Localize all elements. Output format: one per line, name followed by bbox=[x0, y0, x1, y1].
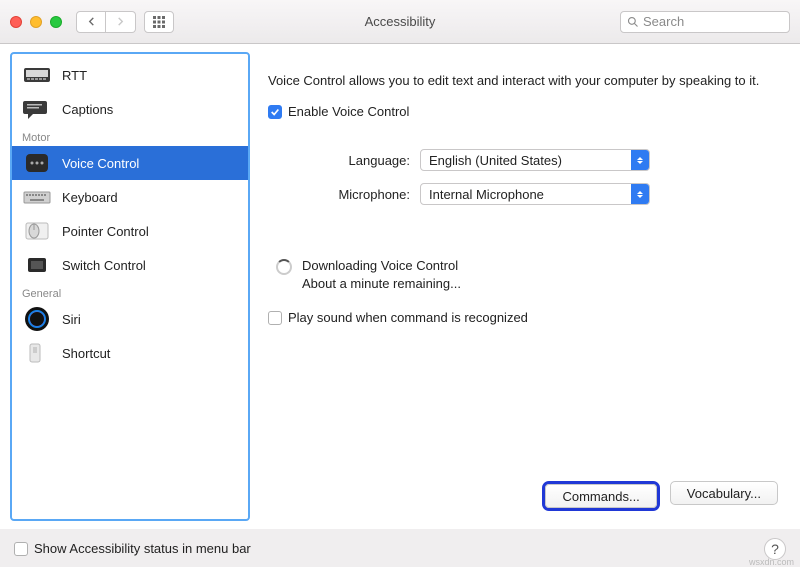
sidebar-item-label: Voice Control bbox=[62, 156, 139, 171]
show-status-checkbox[interactable] bbox=[14, 542, 28, 556]
content: RTT Captions Motor Voice Control Keyboar… bbox=[0, 44, 800, 529]
spinner-icon bbox=[276, 259, 292, 275]
watermark: wsxdn.com bbox=[749, 557, 794, 567]
sidebar-item-label: Pointer Control bbox=[62, 224, 149, 239]
sidebar-item-label: Captions bbox=[62, 102, 113, 117]
play-sound-row[interactable]: Play sound when command is recognized bbox=[268, 310, 778, 325]
sidebar-item-voice-control[interactable]: Voice Control bbox=[12, 146, 248, 180]
commands-button[interactable]: Commands... bbox=[545, 484, 656, 508]
play-sound-label: Play sound when command is recognized bbox=[288, 310, 528, 325]
download-line2: About a minute remaining... bbox=[302, 275, 461, 293]
checkmark-icon bbox=[270, 107, 280, 117]
nav-buttons bbox=[76, 11, 136, 33]
download-status: Downloading Voice Control About a minute… bbox=[268, 257, 778, 292]
sidebar-section-general: General bbox=[12, 282, 248, 302]
sidebar-section-motor: Motor bbox=[12, 126, 248, 146]
enable-voice-control-label: Enable Voice Control bbox=[288, 104, 409, 119]
search-input[interactable] bbox=[643, 14, 800, 29]
language-value: English (United States) bbox=[429, 153, 562, 168]
keyboard-icon bbox=[22, 185, 52, 209]
chevron-right-icon bbox=[116, 17, 125, 26]
captions-icon bbox=[22, 97, 52, 121]
minimize-window-button[interactable] bbox=[30, 16, 42, 28]
grid-icon bbox=[153, 16, 165, 28]
description-text: Voice Control allows you to edit text an… bbox=[268, 72, 778, 90]
sidebar-item-rtt[interactable]: RTT bbox=[12, 58, 248, 92]
zoom-window-button[interactable] bbox=[50, 16, 62, 28]
voice-control-icon bbox=[22, 151, 52, 175]
sidebar-item-label: RTT bbox=[62, 68, 87, 83]
search-field[interactable] bbox=[620, 11, 790, 33]
sidebar-item-switch-control[interactable]: Switch Control bbox=[12, 248, 248, 282]
search-icon bbox=[627, 16, 639, 28]
rtt-icon bbox=[22, 63, 52, 87]
sidebar-item-keyboard[interactable]: Keyboard bbox=[12, 180, 248, 214]
sidebar-item-label: Siri bbox=[62, 312, 81, 327]
titlebar: Accessibility bbox=[0, 0, 800, 44]
forward-button[interactable] bbox=[106, 11, 136, 33]
bottom-bar: Show Accessibility status in menu bar ? bbox=[0, 529, 800, 567]
shortcut-icon bbox=[22, 341, 52, 365]
chevron-left-icon bbox=[87, 17, 96, 26]
sidebar-item-siri[interactable]: Siri bbox=[12, 302, 248, 336]
switch-control-icon bbox=[22, 253, 52, 277]
enable-voice-control-row[interactable]: Enable Voice Control bbox=[268, 104, 778, 119]
show-all-button[interactable] bbox=[144, 11, 174, 33]
sidebar-item-label: Switch Control bbox=[62, 258, 146, 273]
window-controls bbox=[10, 16, 62, 28]
microphone-select[interactable]: Internal Microphone bbox=[420, 183, 650, 205]
microphone-label: Microphone: bbox=[268, 187, 420, 202]
dropdown-arrow-icon bbox=[631, 150, 649, 170]
microphone-row: Microphone: Internal Microphone bbox=[268, 183, 778, 205]
language-label: Language: bbox=[268, 153, 420, 168]
microphone-value: Internal Microphone bbox=[429, 187, 544, 202]
sidebar-item-label: Shortcut bbox=[62, 346, 110, 361]
window-title: Accessibility bbox=[365, 14, 436, 29]
sidebar-item-label: Keyboard bbox=[62, 190, 118, 205]
back-button[interactable] bbox=[76, 11, 106, 33]
sidebar: RTT Captions Motor Voice Control Keyboar… bbox=[10, 52, 250, 521]
close-window-button[interactable] bbox=[10, 16, 22, 28]
commands-button-highlight: Commands... bbox=[542, 481, 659, 511]
pointer-control-icon bbox=[22, 219, 52, 243]
sidebar-list: RTT Captions Motor Voice Control Keyboar… bbox=[12, 54, 248, 519]
play-sound-checkbox[interactable] bbox=[268, 311, 282, 325]
enable-voice-control-checkbox[interactable] bbox=[268, 105, 282, 119]
siri-icon bbox=[22, 307, 52, 331]
show-status-row[interactable]: Show Accessibility status in menu bar bbox=[14, 541, 251, 556]
show-status-label: Show Accessibility status in menu bar bbox=[34, 541, 251, 556]
sidebar-item-shortcut[interactable]: Shortcut bbox=[12, 336, 248, 370]
language-select[interactable]: English (United States) bbox=[420, 149, 650, 171]
language-row: Language: English (United States) bbox=[268, 149, 778, 171]
sidebar-item-pointer-control[interactable]: Pointer Control bbox=[12, 214, 248, 248]
dropdown-arrow-icon bbox=[631, 184, 649, 204]
main-pane: Voice Control allows you to edit text an… bbox=[250, 44, 800, 529]
download-line1: Downloading Voice Control bbox=[302, 257, 461, 275]
sidebar-item-captions[interactable]: Captions bbox=[12, 92, 248, 126]
button-row: Commands... Vocabulary... bbox=[268, 481, 778, 515]
download-text: Downloading Voice Control About a minute… bbox=[302, 257, 461, 292]
vocabulary-button[interactable]: Vocabulary... bbox=[670, 481, 778, 505]
